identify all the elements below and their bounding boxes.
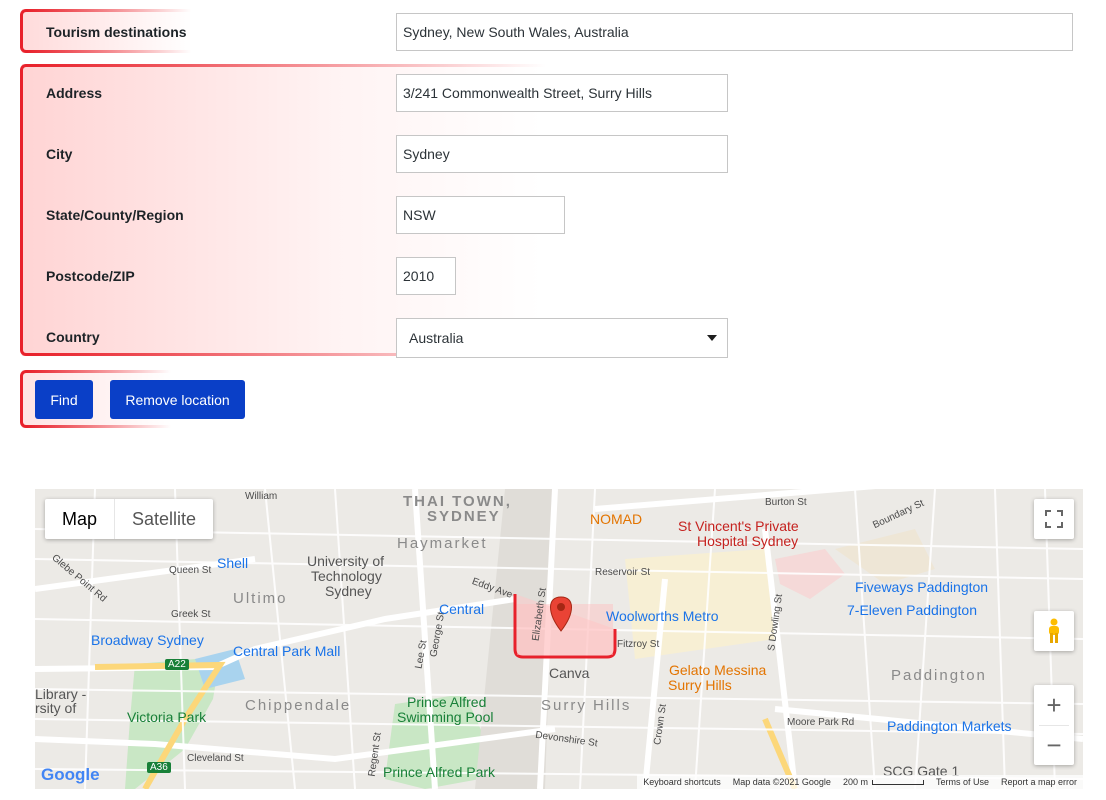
keyboard-shortcuts-link[interactable]: Keyboard shortcuts — [643, 777, 721, 787]
scale-bar[interactable]: 200 m — [843, 777, 924, 787]
country-select-value: Australia — [409, 330, 464, 346]
poi-uts[interactable]: Sydney — [325, 583, 372, 599]
area-label: Haymarket — [397, 535, 488, 552]
fullscreen-icon — [1045, 510, 1063, 528]
poi-library[interactable]: rsity of — [35, 700, 76, 716]
postcode-label: Postcode/ZIP — [46, 268, 135, 284]
city-input[interactable]: Sydney — [396, 135, 728, 173]
poi-fiveways[interactable]: Fiveways Paddington — [855, 579, 988, 595]
poi-canva[interactable]: Canva — [549, 665, 589, 681]
poi-woolworths[interactable]: Woolworths Metro — [606, 608, 719, 624]
highlight-line — [26, 425, 171, 428]
country-label: Country — [46, 329, 100, 345]
scale-label: 200 m — [842, 777, 868, 787]
state-input[interactable]: NSW — [396, 196, 565, 234]
poi-victoria-park[interactable]: Victoria Park — [127, 709, 206, 725]
zoom-in-icon[interactable]: + — [1046, 685, 1061, 725]
poi-paddington-markets[interactable]: Paddington Markets — [887, 718, 1012, 734]
road-shield: A22 — [165, 659, 189, 670]
highlight-bracket-address — [20, 64, 28, 356]
street-label: William — [245, 491, 278, 502]
poi-seven-eleven[interactable]: 7-Eleven Paddington — [847, 602, 977, 618]
poi-uts[interactable]: University of — [307, 553, 384, 569]
report-error-link[interactable]: Report a map error — [1001, 777, 1077, 787]
tourism-input[interactable]: Sydney, New South Wales, Australia — [396, 13, 1073, 51]
highlight-line — [26, 370, 171, 373]
street-label: Queen St — [169, 565, 212, 576]
area-label: Ultimo — [233, 590, 288, 607]
street-label: Greek St — [171, 609, 211, 620]
highlight-bracket-tourism — [20, 9, 28, 53]
map-type-satellite-button[interactable]: Satellite — [115, 499, 213, 539]
map-type-control: Map Satellite — [45, 499, 214, 539]
state-label: State/County/Region — [46, 207, 184, 223]
street-label: Burton St — [765, 497, 807, 508]
poi-st-vincents[interactable]: St Vincent's Private — [678, 518, 799, 534]
street-label: Cleveland St — [187, 753, 244, 764]
street-view-button[interactable] — [1034, 611, 1074, 651]
map-footer: Keyboard shortcuts Map data ©2021 Google… — [637, 775, 1083, 789]
terms-link[interactable]: Terms of Use — [936, 777, 989, 787]
road-shield: A36 — [147, 762, 171, 773]
poi-shell[interactable]: Shell — [217, 555, 248, 571]
chevron-down-icon — [707, 335, 717, 341]
highlight-line — [26, 9, 191, 12]
highlight-bracket-buttons — [20, 370, 28, 428]
poi-prince-pool[interactable]: Swimming Pool — [397, 709, 493, 725]
area-label: Chippendale — [245, 697, 352, 714]
address-label: Address — [46, 85, 103, 101]
street-label: Moore Park Rd — [787, 717, 855, 728]
tourism-label: Tourism destinations — [46, 24, 187, 40]
street-label: Reservoir St — [595, 567, 651, 578]
poi-central[interactable]: Central — [439, 601, 484, 617]
country-select[interactable]: Australia — [396, 318, 728, 358]
address-input[interactable]: 3/241 Commonwealth Street, Surry Hills — [396, 74, 728, 112]
poi-gelato[interactable]: Surry Hills — [668, 677, 732, 693]
map-canvas[interactable]: THAI TOWN, SYDNEY Haymarket Ultimo Chipp… — [35, 489, 1083, 789]
poi-uts[interactable]: Technology — [311, 568, 382, 584]
poi-nomad[interactable]: NOMAD — [590, 511, 642, 527]
highlight-line — [26, 50, 191, 53]
poi-prince-park[interactable]: Prince Alfred Park — [383, 764, 495, 780]
zoom-control: + − — [1034, 685, 1074, 765]
city-label: City — [46, 146, 73, 162]
poi-gelato[interactable]: Gelato Messina — [669, 662, 766, 678]
area-label: Surry Hills — [541, 697, 632, 714]
poi-broadway[interactable]: Broadway Sydney — [91, 632, 204, 648]
map-type-map-button[interactable]: Map — [45, 499, 116, 539]
remove-location-button[interactable]: Remove location — [110, 380, 245, 419]
area-label: SYDNEY — [427, 508, 501, 525]
zoom-out-icon[interactable]: − — [1046, 726, 1061, 765]
poi-st-vincents[interactable]: Hospital Sydney — [697, 533, 798, 549]
postcode-input[interactable]: 2010 — [396, 257, 456, 295]
map-data-text: Map data ©2021 Google — [732, 777, 831, 787]
scale-line — [871, 779, 924, 785]
highlight-line — [26, 64, 546, 67]
pegman-icon — [1049, 618, 1059, 643]
google-logo: Google — [41, 765, 100, 784]
area-label: Paddington — [891, 667, 987, 684]
poi-prince-pool[interactable]: Prince Alfred — [407, 694, 486, 710]
find-button[interactable]: Find — [35, 380, 93, 419]
fullscreen-button[interactable] — [1034, 499, 1074, 539]
poi-central-park[interactable]: Central Park Mall — [233, 643, 340, 659]
street-label: Fitzroy St — [617, 639, 660, 650]
